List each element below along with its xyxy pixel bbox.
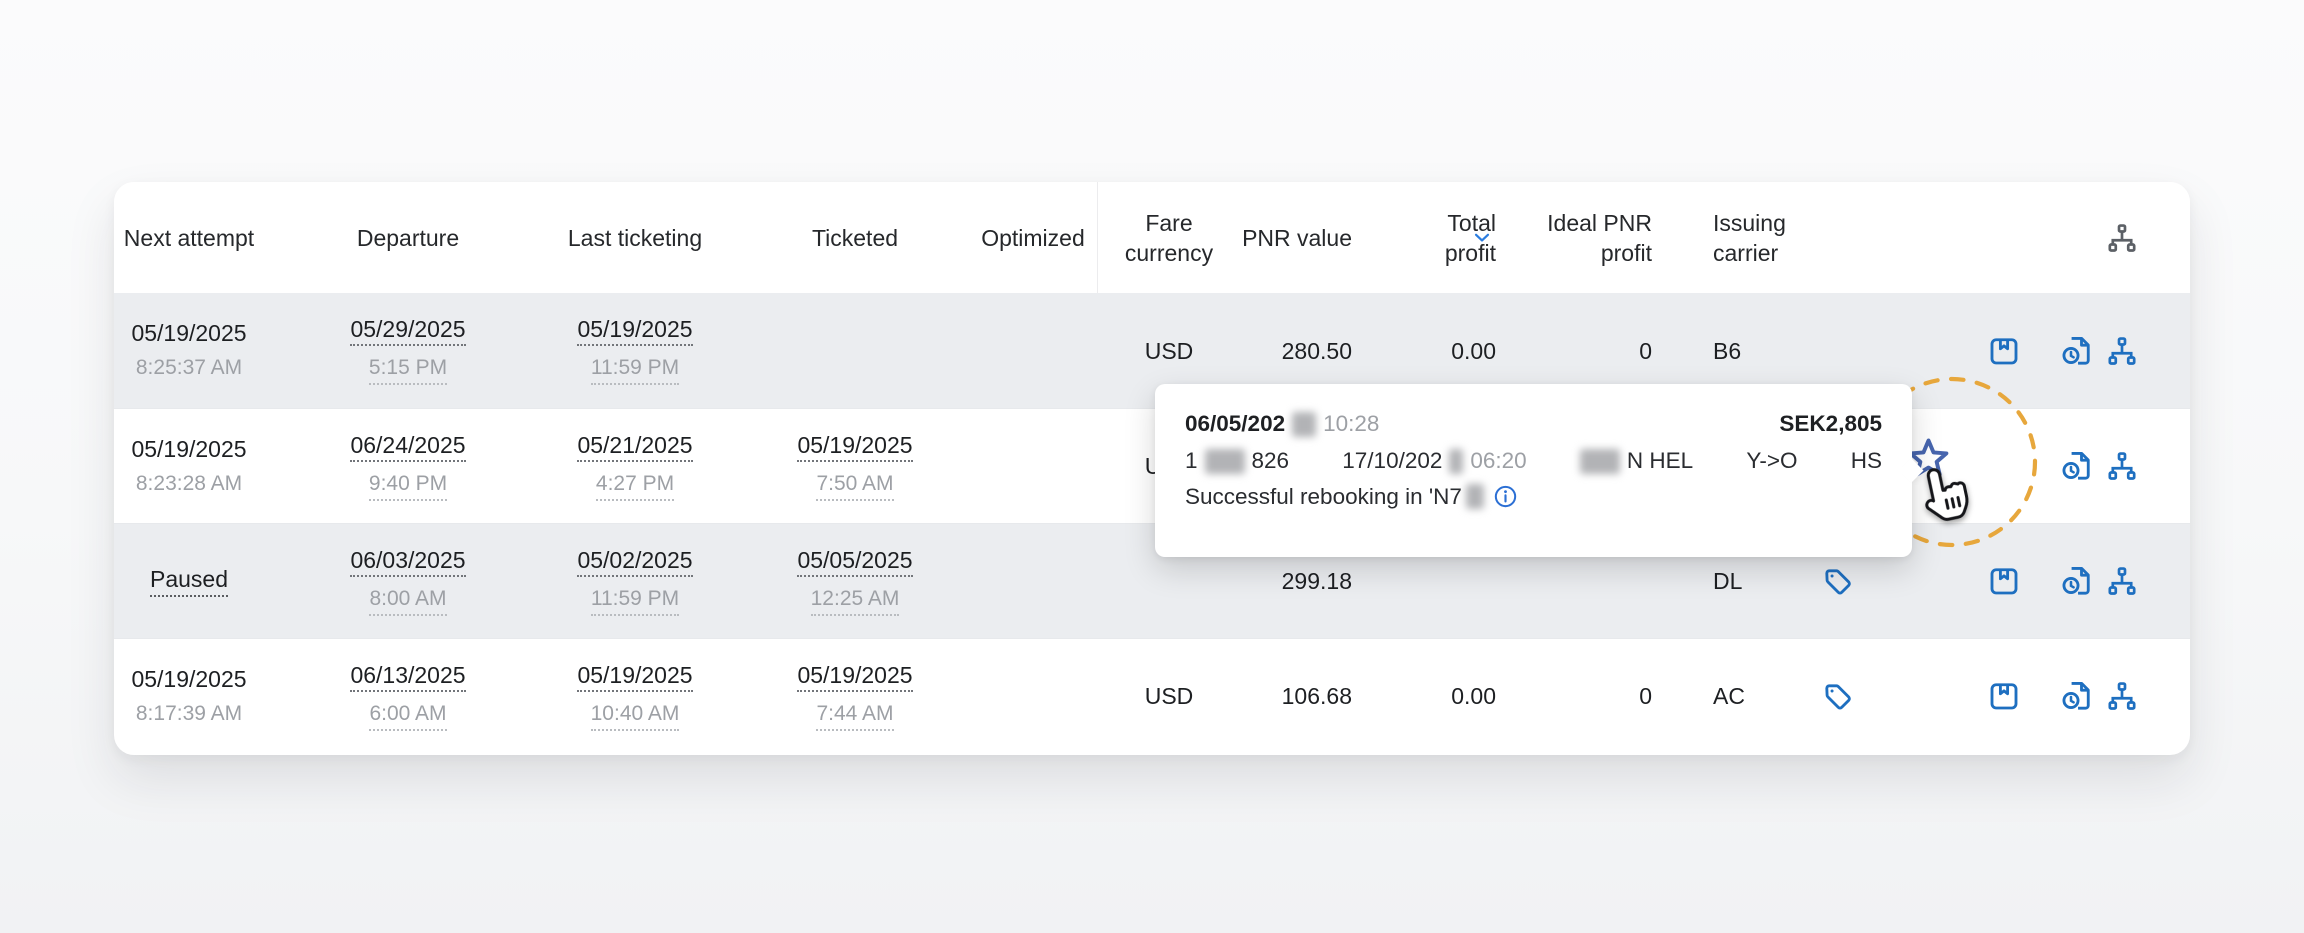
- column-header-next-attempt: Next attempt: [114, 182, 264, 293]
- rebooking-tooltip: 06/05/202 10:28 SEK2,805 1 826 17/10/202…: [1155, 384, 1912, 557]
- cell-total-profit: 0.00: [1406, 639, 1496, 753]
- tooltip-flight-number: 826: [1252, 448, 1290, 474]
- document-history-icon[interactable]: [2059, 293, 2095, 408]
- tooltip-booked-time: 10:28: [1323, 411, 1379, 437]
- cell-last-ticketing[interactable]: 05/19/2025 10:40 AM: [565, 639, 705, 753]
- tooltip-status-code: HS: [1851, 448, 1882, 474]
- cell-next-attempt: 05/19/2025 8:23:28 AM: [114, 409, 264, 523]
- cell-departure[interactable]: 05/29/2025 5:15 PM: [338, 293, 478, 408]
- cell-next-attempt: 05/19/2025 8:17:39 AM: [114, 639, 264, 753]
- cell-departure[interactable]: 06/24/2025 9:40 PM: [338, 409, 478, 523]
- document-history-icon[interactable]: [2059, 409, 2095, 523]
- bookmark-save-icon[interactable]: [1986, 524, 2022, 638]
- document-history-icon[interactable]: [2059, 524, 2095, 638]
- redacted-blur: [1466, 484, 1484, 509]
- cell-departure[interactable]: 06/13/2025 6:00 AM: [338, 639, 478, 753]
- table-row: 05/19/2025 8:17:39 AM 06/13/2025 6:00 AM…: [114, 638, 2190, 753]
- cell-ticketed[interactable]: 05/19/2025 7:50 AM: [785, 409, 925, 523]
- column-header-issuing-carrier: Issuing carrier: [1713, 182, 1823, 293]
- org-hierarchy-icon[interactable]: [2104, 639, 2140, 753]
- bookmark-save-icon[interactable]: [1986, 639, 2022, 753]
- column-header-pnr-value: PNR value: [1242, 182, 1352, 293]
- column-header-ticketed: Ticketed: [785, 182, 925, 293]
- cell-last-ticketing[interactable]: 05/21/2025 4:27 PM: [565, 409, 705, 523]
- cell-issuing-carrier: AC: [1713, 639, 1823, 753]
- tooltip-amount: SEK2,805: [1779, 411, 1882, 437]
- redacted-blur: [1449, 449, 1463, 474]
- cell-last-ticketing[interactable]: 05/19/2025 11:59 PM: [565, 293, 705, 408]
- column-header-last-ticketing: Last ticketing: [565, 182, 705, 293]
- cell-last-ticketing[interactable]: 05/02/2025 11:59 PM: [565, 524, 705, 638]
- column-header-fare-currency: Fare currency: [1114, 182, 1224, 293]
- tooltip-booked-date: 06/05/202: [1185, 411, 1285, 437]
- org-hierarchy-icon[interactable]: [2104, 182, 2140, 293]
- column-header-departure: Departure: [338, 182, 478, 293]
- tag-icon[interactable]: [1819, 639, 1855, 753]
- tooltip-segment-date: 17/10/202: [1342, 448, 1442, 474]
- redacted-blur: [1580, 449, 1620, 474]
- info-icon[interactable]: [1492, 483, 1519, 510]
- cell-ticketed[interactable]: 05/05/2025 12:25 AM: [785, 524, 925, 638]
- cell-ticketed: [785, 293, 925, 408]
- cell-next-attempt: 05/19/2025 8:25:37 AM: [114, 293, 264, 408]
- document-history-icon[interactable]: [2059, 639, 2095, 753]
- cell-pnr-value: 106.68: [1242, 639, 1352, 753]
- tooltip-passenger-count: 1: [1185, 448, 1198, 474]
- tooltip-segment-time: 06:20: [1470, 448, 1526, 474]
- cell-fare-currency: USD: [1114, 639, 1224, 753]
- cell-departure[interactable]: 06/03/2025 8:00 AM: [338, 524, 478, 638]
- org-hierarchy-icon[interactable]: [2104, 293, 2140, 408]
- org-hierarchy-icon[interactable]: [2104, 524, 2140, 638]
- chevron-down-icon[interactable]: [1469, 228, 1495, 248]
- org-hierarchy-icon[interactable]: [2104, 409, 2140, 523]
- tooltip-route: N HEL: [1627, 448, 1693, 474]
- pinned-column-divider: [1097, 182, 1098, 293]
- cell-ticketed[interactable]: 05/19/2025 7:44 AM: [785, 639, 925, 753]
- column-header-optimized: Optimized: [963, 182, 1103, 293]
- bookmark-save-icon[interactable]: [1986, 293, 2022, 408]
- cell-ideal-pnr-profit: 0: [1542, 639, 1652, 753]
- table-header-row: Next attempt Departure Last ticketing Ti…: [114, 182, 2190, 293]
- page: { "colors": { "icon_blue": "#1e6fc0", "s…: [0, 0, 2304, 933]
- redacted-blur: [1205, 449, 1245, 474]
- tooltip-booking-class-change: Y->O: [1746, 448, 1797, 474]
- column-header-ideal-pnr-profit: Ideal PNR profit: [1542, 182, 1652, 293]
- cell-next-attempt-status[interactable]: Paused: [114, 524, 264, 638]
- redacted-blur: [1292, 412, 1316, 437]
- tooltip-message: Successful rebooking in 'N7: [1185, 484, 1462, 510]
